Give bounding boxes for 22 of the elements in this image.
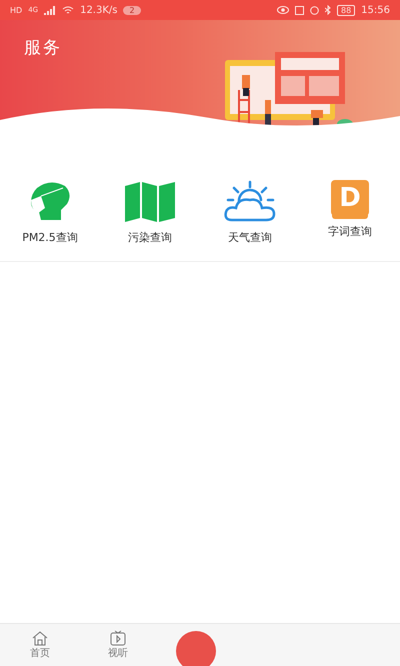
service-label[interactable]: 污染查询 [128,230,172,245]
notification-count: 2 [123,6,141,14]
dictionary-icon: D [331,180,369,216]
clock: 15:56 [361,4,390,16]
service-label[interactable]: 天气查询 [228,230,272,245]
map-icon [123,180,177,224]
nav-tab[interactable]: 视听 [98,630,138,660]
cloud-sun-icon [222,180,278,224]
eye-icon [276,6,289,14]
home-icon [31,630,49,646]
nav-tab[interactable]: 首页 [20,630,60,660]
wifi-icon [62,6,74,14]
tv-play-icon [109,630,127,646]
signal-icon [44,6,56,14]
center-action-button[interactable] [176,631,216,666]
service-label[interactable]: 字词查询 [328,224,372,239]
page-title: 服务 [24,37,62,59]
battery-level: 88 [336,4,356,16]
service-label[interactable]: PM2.5查询 [22,230,78,245]
network-speed: 12.3K/s [80,4,118,16]
hd-indicator: HD [10,6,22,14]
bluetooth-icon [324,5,331,15]
